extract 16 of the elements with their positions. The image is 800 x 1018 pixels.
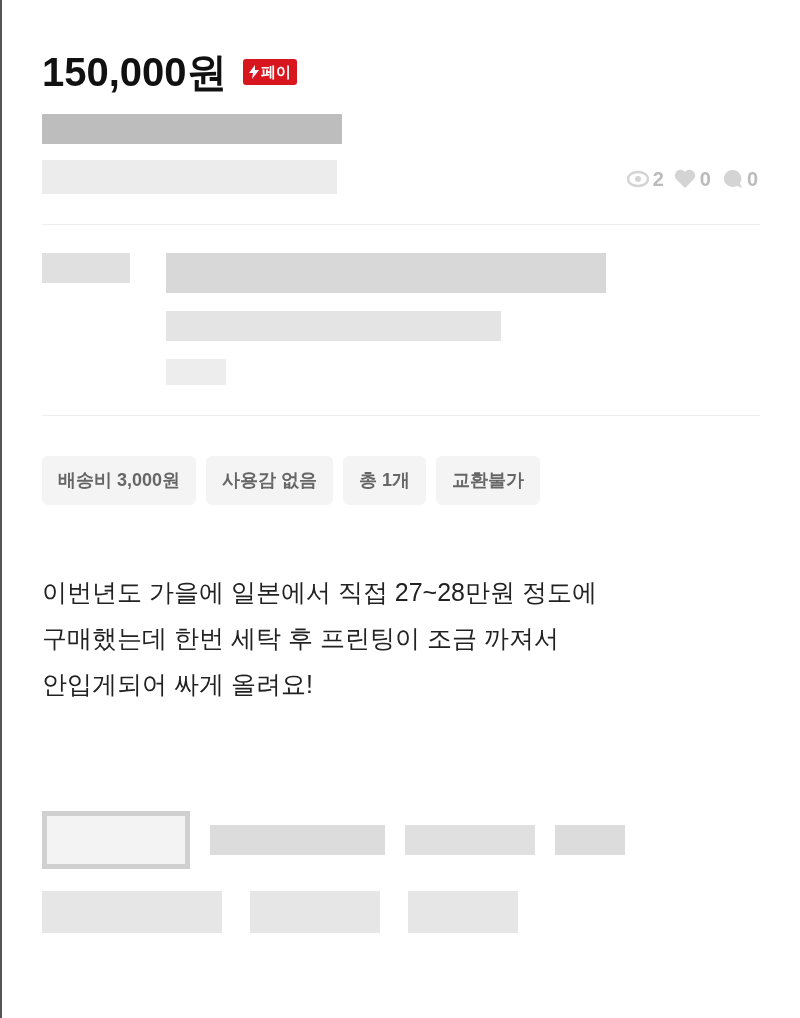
description-line: 이번년도 가을에 일본에서 직접 27~28만원 정도에 xyxy=(42,577,598,608)
lightning-icon xyxy=(248,65,259,79)
stat-count: 0 xyxy=(746,167,758,192)
description-line: 구매했는데 한번 세탁 후 프린팅이 조금 까져서 xyxy=(42,623,560,654)
stat-count: 0 xyxy=(699,167,711,192)
heart-icon xyxy=(673,169,696,189)
pay-badge: 페이 xyxy=(242,58,297,86)
price: 150,000원 xyxy=(42,52,227,92)
pixelated-block xyxy=(555,825,625,855)
description-line: 안입게되어 싸게 올려요! xyxy=(42,669,314,700)
tag-chip: 사용감 없음 xyxy=(206,456,334,505)
eye-icon xyxy=(626,170,649,188)
tag-chip: 총 1개 xyxy=(343,456,427,505)
tag-chip: 교환불가 xyxy=(436,456,541,505)
stat-count: 2 xyxy=(652,167,664,192)
tag-chip: 배송비 3,000원 xyxy=(42,456,197,505)
